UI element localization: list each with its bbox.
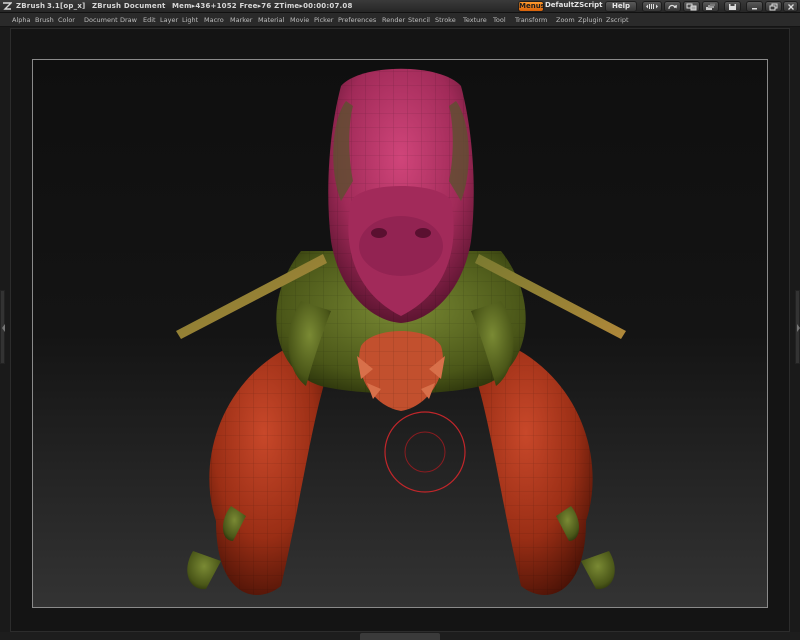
menu-preferences[interactable]: Preferences — [338, 13, 376, 27]
minimize-icon[interactable] — [746, 1, 763, 12]
menu-zplugin[interactable]: Zplugin — [578, 13, 603, 27]
bottom-tray-handle[interactable] — [360, 633, 440, 640]
menu-tool[interactable]: Tool — [493, 13, 506, 27]
arrow-left-icon — [2, 324, 5, 332]
layout-icon[interactable] — [642, 1, 662, 12]
menu-light[interactable]: Light — [182, 13, 198, 27]
default-zscript-button[interactable]: DefaultZScript — [545, 1, 603, 12]
restore-icon[interactable] — [765, 1, 782, 12]
menu-edit[interactable]: Edit — [143, 13, 156, 27]
menu-zoom[interactable]: Zoom — [556, 13, 575, 27]
help-button[interactable]: Help — [605, 1, 637, 12]
document-canvas[interactable] — [32, 59, 768, 608]
app-version: 3.1[op_x] — [47, 2, 86, 10]
layers-icon[interactable] — [702, 1, 719, 12]
menu-alpha[interactable]: Alpha — [12, 13, 30, 27]
menu-draw[interactable]: Draw — [120, 13, 137, 27]
split-icon[interactable] — [683, 1, 700, 12]
menu-color[interactable]: Color — [58, 13, 75, 27]
menus-button[interactable]: Menus — [518, 1, 545, 12]
menu-movie[interactable]: Movie — [290, 13, 309, 27]
menu-texture[interactable]: Texture — [463, 13, 487, 27]
save-icon[interactable] — [724, 1, 741, 12]
close-icon[interactable] — [783, 1, 798, 12]
document-name: ZBrush Document — [92, 2, 166, 10]
brush-cursor-outer — [384, 411, 466, 493]
menu-layer[interactable]: Layer — [160, 13, 178, 27]
menu-marker[interactable]: Marker — [230, 13, 252, 27]
title-bar: ZBrush 3.1[op_x] ZBrush Document Mem▸436… — [0, 0, 800, 13]
right-tray-handle[interactable] — [795, 290, 800, 364]
menu-brush[interactable]: Brush — [35, 13, 54, 27]
menu-stroke[interactable]: Stroke — [435, 13, 456, 27]
menu-zscript[interactable]: Zscript — [606, 13, 629, 27]
menu-bar: Alpha Brush Color Document Draw Edit Lay… — [0, 13, 800, 27]
menu-material[interactable]: Material — [258, 13, 284, 27]
brush-cursor-inner — [404, 431, 446, 473]
menu-macro[interactable]: Macro — [204, 13, 224, 27]
left-tray-handle[interactable] — [0, 290, 5, 364]
zbrush-logo-icon — [3, 2, 12, 10]
menu-render[interactable]: Render — [382, 13, 405, 27]
menu-transform[interactable]: Transform — [515, 13, 547, 27]
menu-stencil[interactable]: Stencil — [408, 13, 430, 27]
menu-document[interactable]: Document — [84, 13, 118, 27]
refresh-icon[interactable] — [664, 1, 681, 12]
menu-picker[interactable]: Picker — [314, 13, 333, 27]
memory-stats: Mem▸436+1052 Free▸76 ZTime▸00:00:07.08 — [172, 2, 353, 10]
creature-sculpt — [176, 68, 626, 595]
arrow-right-icon — [797, 324, 800, 332]
app-name: ZBrush — [16, 2, 46, 10]
